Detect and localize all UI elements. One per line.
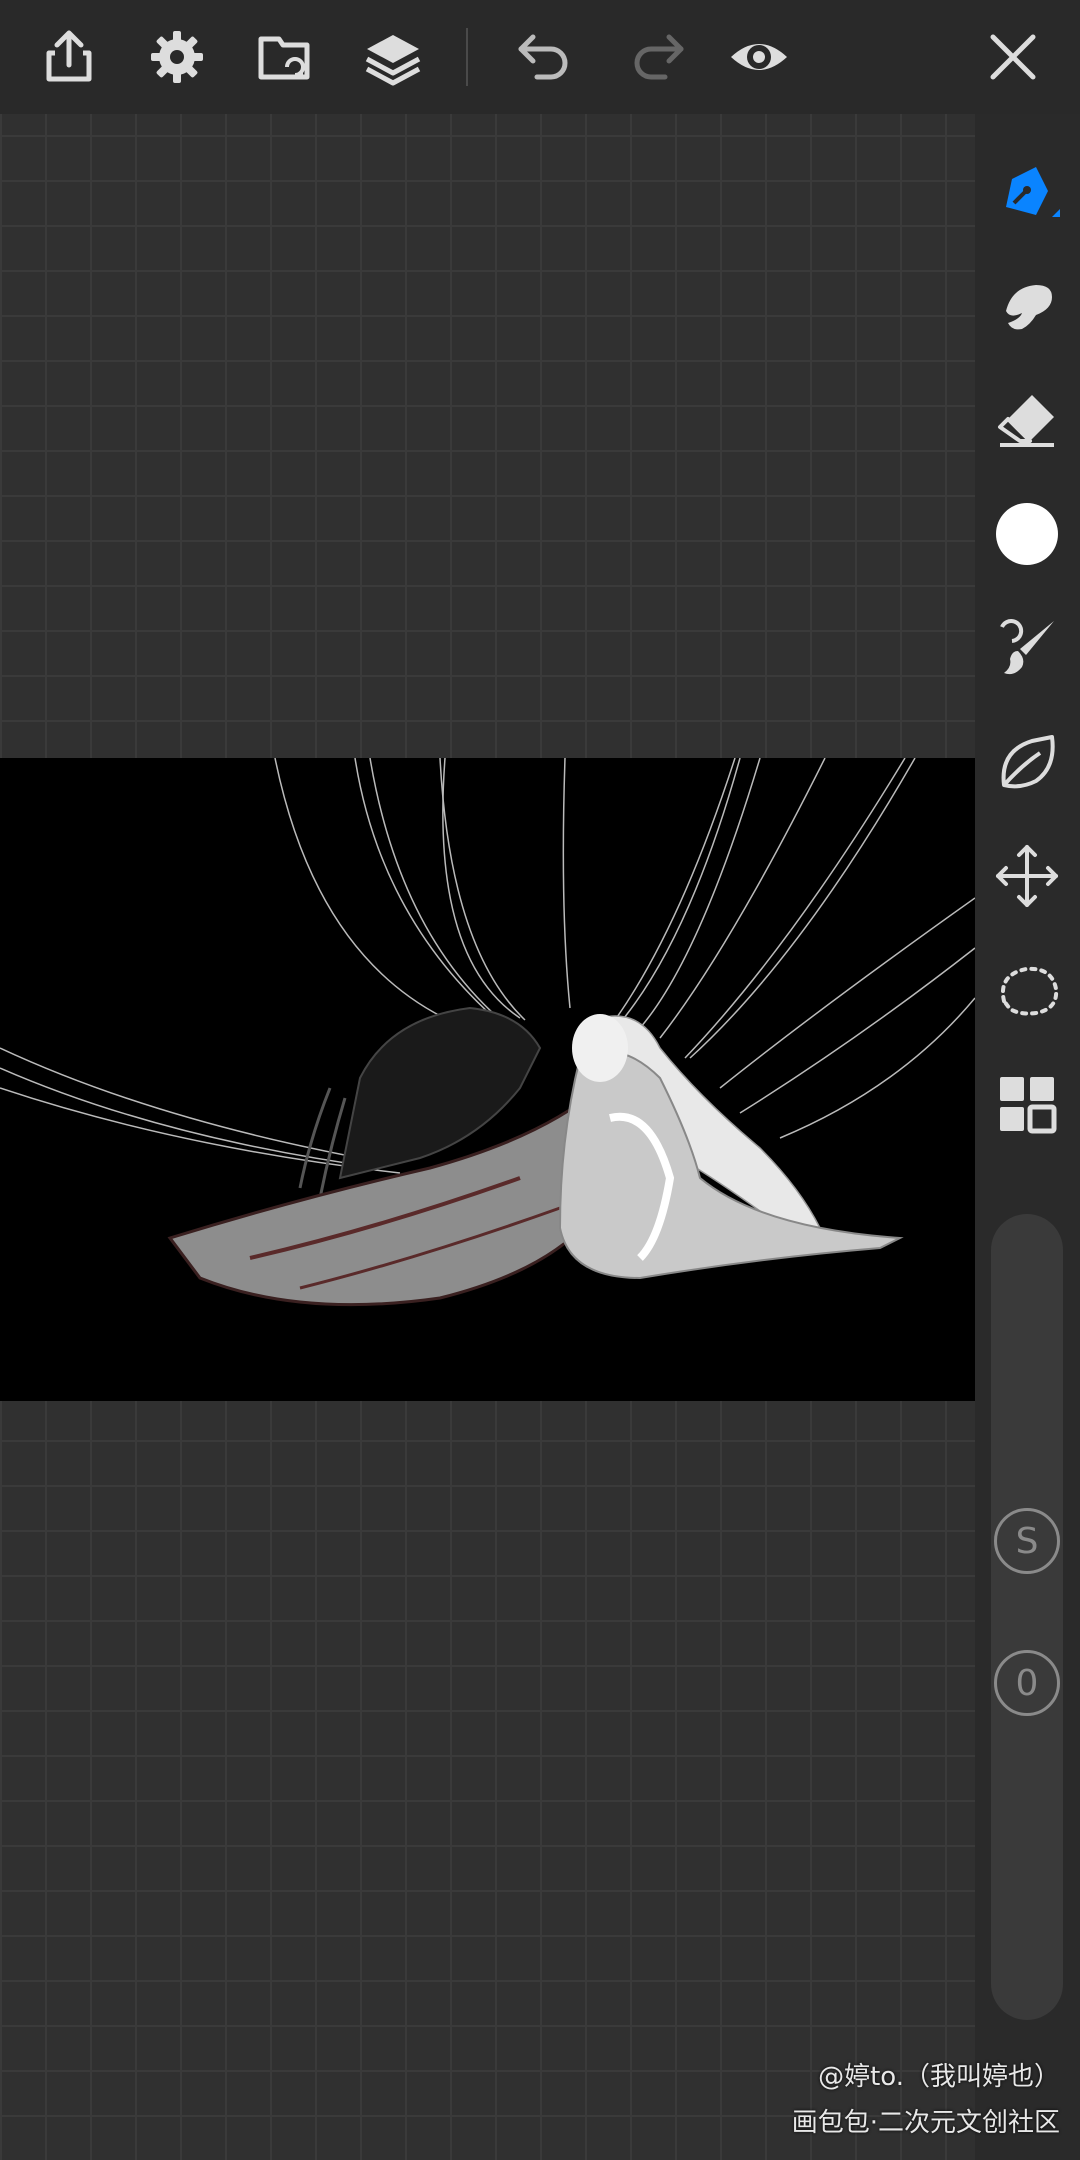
brush-library-button[interactable] [985, 720, 1069, 804]
brush-library-icon [1001, 735, 1055, 789]
redo-icon [634, 34, 684, 80]
settings-icon [151, 31, 203, 83]
gallery-grid-icon [1000, 1077, 1057, 1134]
share-icon [46, 30, 92, 82]
settings-button[interactable] [132, 12, 222, 102]
layers-icon [365, 35, 421, 86]
opacity-knob[interactable]: 0 [994, 1650, 1060, 1716]
lasso-select-icon [1001, 966, 1059, 1016]
watermark-author: @婷to.（我叫婷也） [818, 2062, 1060, 2092]
move-tool-button[interactable] [985, 834, 1069, 918]
import-icon [258, 36, 310, 80]
color-picker-button[interactable] [985, 492, 1069, 576]
brush-tool-button[interactable] [985, 606, 1069, 690]
top-toolbar [0, 0, 1080, 114]
toolbar-separator [466, 28, 468, 86]
layers-button[interactable] [348, 12, 438, 102]
tool-sidebar: S 0 [975, 114, 1080, 2160]
redo-button[interactable] [612, 12, 702, 102]
brush-size-slider-track[interactable] [991, 1214, 1063, 2020]
gallery-button[interactable] [985, 1062, 1069, 1146]
undo-button[interactable] [500, 12, 590, 102]
eraser-icon [998, 395, 1054, 447]
preview-button[interactable] [714, 12, 804, 102]
brush-size-knob[interactable]: S [994, 1508, 1060, 1574]
move-transform-icon [996, 845, 1058, 907]
close-icon [990, 34, 1036, 80]
artwork-image [0, 758, 975, 1401]
share-button[interactable] [24, 12, 114, 102]
smudge-tool-button[interactable] [985, 264, 1069, 348]
watermark-site: 画包包·二次元文创社区 [791, 2108, 1060, 2138]
import-button[interactable] [240, 12, 330, 102]
color-swatch [996, 503, 1058, 565]
pen-icon [1006, 167, 1060, 217]
drawing-canvas[interactable] [0, 758, 975, 1401]
lasso-select-button[interactable] [985, 948, 1069, 1032]
close-button[interactable] [968, 12, 1058, 102]
pen-tool-button[interactable] [985, 150, 1069, 234]
eraser-tool-button[interactable] [985, 378, 1069, 462]
brush-icon [1000, 619, 1054, 675]
preview-eye-icon [731, 44, 787, 70]
smudge-icon [1006, 285, 1052, 330]
undo-icon [518, 34, 568, 80]
